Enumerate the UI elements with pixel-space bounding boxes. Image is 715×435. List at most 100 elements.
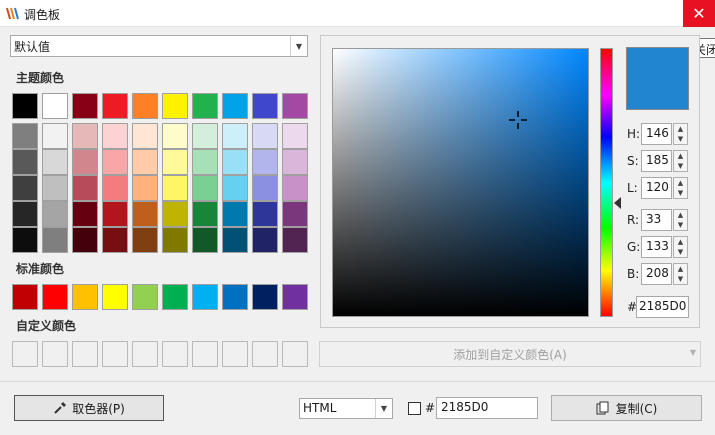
custom-color-slot[interactable] <box>102 341 128 367</box>
theme-shade-swatch[interactable] <box>72 227 98 253</box>
standard-color-swatch[interactable] <box>42 284 68 310</box>
standard-color-swatch[interactable] <box>72 284 98 310</box>
theme-shade-swatch[interactable] <box>42 201 68 227</box>
arrow-down-icon[interactable]: ▼ <box>674 247 687 257</box>
arrow-down-icon[interactable]: ▼ <box>674 134 687 144</box>
theme-shade-swatch[interactable] <box>132 123 158 149</box>
hex-input[interactable]: 2185D0 <box>636 296 689 318</box>
custom-color-slot[interactable] <box>282 341 308 367</box>
theme-shade-swatch[interactable] <box>252 227 278 253</box>
r-input[interactable]: 33 <box>641 209 672 231</box>
theme-shade-swatch[interactable] <box>162 175 188 201</box>
theme-color-swatch[interactable] <box>252 93 278 119</box>
standard-color-swatch[interactable] <box>252 284 278 310</box>
theme-shade-swatch[interactable] <box>132 227 158 253</box>
hue-slider[interactable] <box>600 48 613 317</box>
theme-shade-swatch[interactable] <box>282 201 308 227</box>
theme-shade-swatch[interactable] <box>252 149 278 175</box>
theme-shade-swatch[interactable] <box>12 149 38 175</box>
standard-color-swatch[interactable] <box>192 284 218 310</box>
theme-color-swatch[interactable] <box>282 93 308 119</box>
add-custom-color-button[interactable]: 添加到自定义颜色(A) ▼ <box>319 341 701 367</box>
theme-shade-swatch[interactable] <box>282 123 308 149</box>
theme-shade-swatch[interactable] <box>12 123 38 149</box>
format-select[interactable]: HTML ▼ <box>299 398 393 419</box>
arrow-up-icon[interactable]: ▲ <box>674 237 687 247</box>
theme-shade-swatch[interactable] <box>192 149 218 175</box>
theme-shade-swatch[interactable] <box>282 227 308 253</box>
h-input[interactable]: 146 <box>641 123 672 145</box>
eyedropper-button[interactable]: 取色器(P) <box>14 395 164 421</box>
theme-shade-swatch[interactable] <box>282 175 308 201</box>
b-input[interactable]: 208 <box>641 263 672 285</box>
l-input[interactable]: 120 <box>641 177 672 199</box>
theme-shade-swatch[interactable] <box>102 149 128 175</box>
theme-shade-swatch[interactable] <box>162 201 188 227</box>
theme-shade-swatch[interactable] <box>102 175 128 201</box>
custom-color-slot[interactable] <box>132 341 158 367</box>
theme-color-swatch[interactable] <box>222 93 248 119</box>
arrow-down-icon[interactable]: ▼ <box>674 161 687 171</box>
custom-color-slot[interactable] <box>162 341 188 367</box>
theme-shade-swatch[interactable] <box>162 227 188 253</box>
theme-shade-swatch[interactable] <box>282 149 308 175</box>
theme-shade-swatch[interactable] <box>222 123 248 149</box>
g-input[interactable]: 133 <box>641 236 672 258</box>
theme-color-swatch[interactable] <box>42 93 68 119</box>
custom-color-slot[interactable] <box>12 341 38 367</box>
theme-shade-swatch[interactable] <box>222 201 248 227</box>
theme-color-swatch[interactable] <box>72 93 98 119</box>
theme-shade-swatch[interactable] <box>192 201 218 227</box>
theme-shade-swatch[interactable] <box>162 123 188 149</box>
theme-shade-swatch[interactable] <box>102 123 128 149</box>
standard-color-swatch[interactable] <box>132 284 158 310</box>
hue-pointer-icon[interactable] <box>614 197 622 209</box>
include-hash-checkbox[interactable] <box>408 402 421 415</box>
arrow-up-icon[interactable]: ▲ <box>674 124 687 134</box>
custom-color-slot[interactable] <box>222 341 248 367</box>
arrow-up-icon[interactable]: ▲ <box>674 264 687 274</box>
standard-color-swatch[interactable] <box>102 284 128 310</box>
theme-shade-swatch[interactable] <box>132 175 158 201</box>
h-spinner[interactable]: ▲ ▼ <box>673 123 688 145</box>
copy-button[interactable]: 复制(C) <box>551 395 702 421</box>
custom-color-slot[interactable] <box>192 341 218 367</box>
theme-shade-swatch[interactable] <box>132 201 158 227</box>
close-button[interactable]: ✕ <box>683 0 715 27</box>
theme-shade-swatch[interactable] <box>72 123 98 149</box>
chevron-down-icon[interactable]: ▼ <box>290 36 307 56</box>
theme-shade-swatch[interactable] <box>102 201 128 227</box>
theme-color-swatch[interactable] <box>132 93 158 119</box>
theme-shade-swatch[interactable] <box>222 149 248 175</box>
standard-color-swatch[interactable] <box>222 284 248 310</box>
theme-color-swatch[interactable] <box>162 93 188 119</box>
chevron-down-icon[interactable]: ▼ <box>375 399 392 418</box>
r-spinner[interactable]: ▲ ▼ <box>673 209 688 231</box>
g-spinner[interactable]: ▲ ▼ <box>673 236 688 258</box>
theme-color-swatch[interactable] <box>12 93 38 119</box>
custom-color-slot[interactable] <box>252 341 278 367</box>
theme-shade-swatch[interactable] <box>42 149 68 175</box>
standard-color-swatch[interactable] <box>282 284 308 310</box>
preset-select[interactable]: 默认值 ▼ <box>10 35 308 57</box>
theme-shade-swatch[interactable] <box>252 201 278 227</box>
theme-shade-swatch[interactable] <box>72 201 98 227</box>
arrow-up-icon[interactable]: ▲ <box>674 151 687 161</box>
theme-shade-swatch[interactable] <box>42 175 68 201</box>
theme-shade-swatch[interactable] <box>12 201 38 227</box>
custom-color-slot[interactable] <box>72 341 98 367</box>
standard-color-swatch[interactable] <box>162 284 188 310</box>
theme-shade-swatch[interactable] <box>192 123 218 149</box>
theme-shade-swatch[interactable] <box>252 175 278 201</box>
theme-shade-swatch[interactable] <box>12 227 38 253</box>
saturation-value-area[interactable] <box>332 48 589 317</box>
theme-shade-swatch[interactable] <box>42 227 68 253</box>
l-spinner[interactable]: ▲ ▼ <box>673 177 688 199</box>
theme-shade-swatch[interactable] <box>192 227 218 253</box>
standard-color-swatch[interactable] <box>12 284 38 310</box>
s-input[interactable]: 185 <box>641 150 672 172</box>
arrow-down-icon[interactable]: ▼ <box>674 274 687 284</box>
theme-shade-swatch[interactable] <box>42 123 68 149</box>
theme-color-swatch[interactable] <box>102 93 128 119</box>
theme-shade-swatch[interactable] <box>102 227 128 253</box>
